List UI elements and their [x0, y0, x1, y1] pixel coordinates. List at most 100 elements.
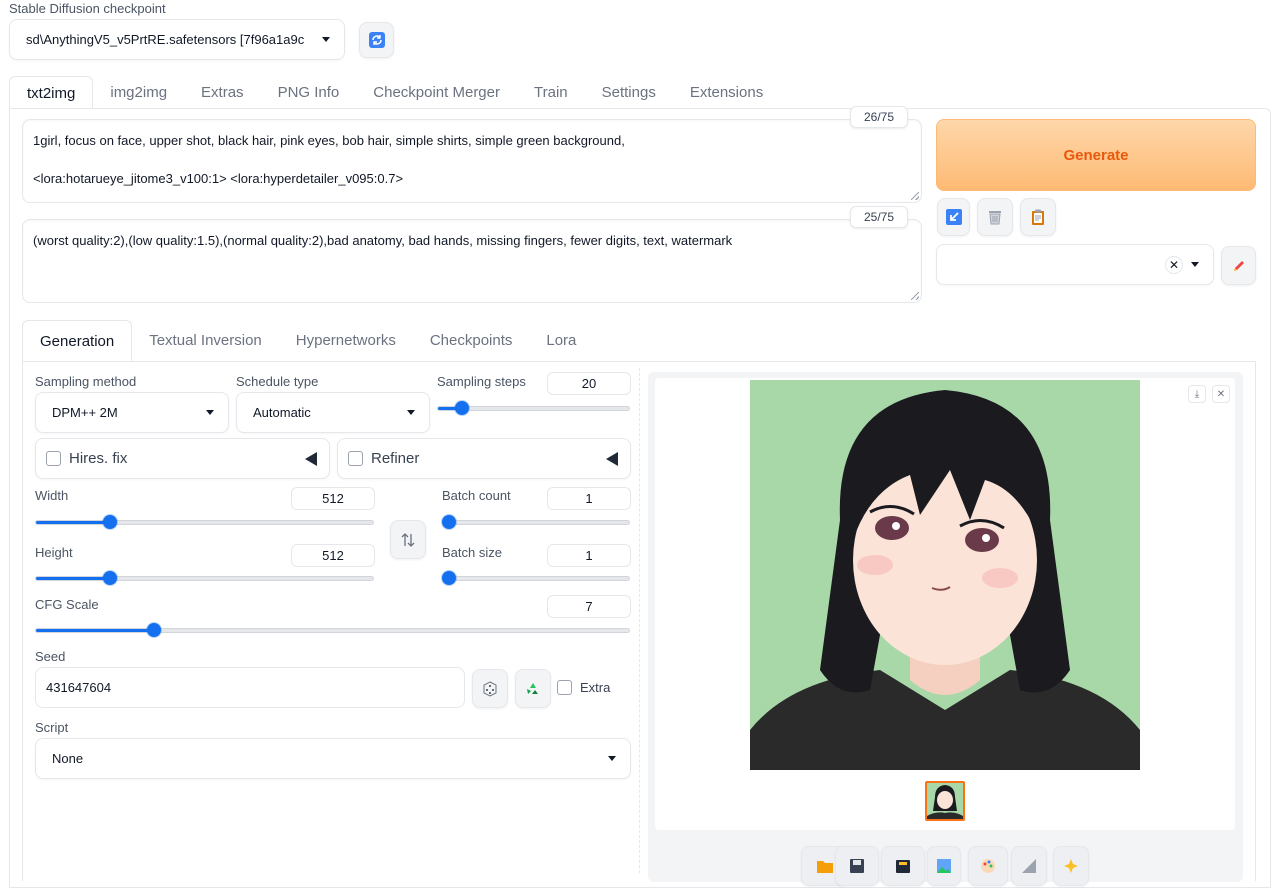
collapse-arrow-icon[interactable] — [305, 451, 317, 466]
clear-styles-icon[interactable]: ✕ — [1165, 255, 1183, 274]
cfg-scale-slider[interactable] — [35, 618, 630, 642]
clipboard-icon — [1032, 209, 1044, 225]
download-image-button[interactable]: ⤓ — [1188, 385, 1206, 403]
sampling-method-label: Sampling method — [35, 374, 137, 389]
tab-generation[interactable]: Generation — [22, 320, 133, 362]
palette-icon — [981, 859, 995, 873]
main-tabs: txt2img img2img Extras PNG Info Checkpoi… — [9, 76, 780, 109]
swap-dimensions-button[interactable] — [390, 520, 426, 559]
anime-girl-image — [750, 380, 1140, 770]
styles-dropdown[interactable]: ✕ — [936, 244, 1214, 285]
prompt-textarea[interactable]: 1girl, focus on face, upper shot, black … — [22, 119, 922, 203]
schedule-type-value: Automatic — [253, 405, 311, 420]
batch-size-label: Batch size — [442, 545, 502, 560]
hires-fix-checkbox[interactable] — [46, 451, 61, 466]
schedule-type-label: Schedule type — [236, 374, 319, 389]
width-slider[interactable] — [35, 510, 374, 534]
resize-handle-icon[interactable] — [911, 292, 919, 300]
slider-thumb[interactable] — [102, 571, 117, 585]
read-params-button[interactable] — [937, 198, 970, 236]
width-label: Width — [35, 488, 69, 503]
chevron-down-icon — [206, 410, 214, 415]
refiner-checkbox[interactable] — [348, 451, 363, 466]
tab-png-info[interactable]: PNG Info — [261, 76, 357, 109]
refiner-accordion[interactable]: Refiner — [337, 438, 631, 479]
upscale-button[interactable] — [1053, 846, 1089, 886]
collapse-arrow-icon[interactable] — [606, 451, 618, 466]
send-to-inpaint-button[interactable] — [968, 846, 1008, 886]
checkpoint-label: Stable Diffusion checkpoint — [9, 1, 166, 16]
ruler-icon — [1022, 859, 1036, 873]
schedule-type-dropdown[interactable]: Automatic — [236, 392, 430, 433]
resize-handle-icon[interactable] — [911, 192, 919, 200]
tab-settings[interactable]: Settings — [585, 76, 673, 109]
tab-txt2img[interactable]: txt2img — [9, 76, 94, 109]
tab-extras[interactable]: Extras — [184, 76, 261, 109]
prompt-line-1: 1girl, focus on face, upper shot, black … — [33, 133, 625, 148]
apply-styles-button[interactable] — [1020, 198, 1056, 236]
tab-img2img[interactable]: img2img — [93, 76, 184, 109]
batch-count-input[interactable]: 1 — [547, 487, 631, 510]
reuse-seed-button[interactable] — [515, 669, 551, 708]
batch-count-slider[interactable] — [442, 510, 630, 534]
save-icon — [850, 859, 864, 873]
negative-prompt-text: (worst quality:2),(low quality:1.5),(nor… — [33, 233, 733, 248]
negative-prompt-textarea[interactable]: (worst quality:2),(low quality:1.5),(nor… — [22, 219, 922, 303]
send-to-img2img-button[interactable] — [927, 846, 961, 886]
thumbnail-image — [927, 783, 963, 819]
save-button[interactable] — [835, 846, 879, 886]
tab-checkpoint-merger[interactable]: Checkpoint Merger — [356, 76, 517, 109]
slider-thumb[interactable] — [147, 623, 161, 637]
seed-input[interactable]: 431647604 — [35, 667, 465, 708]
chevron-down-icon — [322, 37, 330, 42]
height-label: Height — [35, 545, 73, 560]
clear-prompt-button[interactable] — [977, 198, 1013, 236]
zip-button[interactable] — [881, 846, 925, 886]
sampling-steps-slider[interactable] — [437, 396, 630, 420]
tab-lora[interactable]: Lora — [529, 320, 593, 362]
height-input[interactable]: 512 — [291, 544, 375, 567]
pencil-icon — [1233, 260, 1244, 271]
edit-styles-button[interactable] — [1221, 246, 1256, 285]
dice-icon — [483, 680, 497, 697]
close-image-button[interactable]: ✕ — [1212, 385, 1230, 403]
tab-hypernetworks[interactable]: Hypernetworks — [279, 320, 413, 362]
chevron-down-icon — [608, 756, 616, 761]
random-seed-button[interactable] — [472, 669, 508, 708]
script-dropdown[interactable]: None — [35, 738, 631, 779]
script-label: Script — [35, 720, 69, 735]
batch-size-slider[interactable] — [442, 566, 630, 590]
checkpoint-dropdown[interactable]: sd\AnythingV5_v5PrtRE.safetensors [7f96a… — [9, 19, 345, 60]
slider-thumb[interactable] — [102, 515, 117, 529]
script-value: None — [52, 751, 84, 766]
trash-icon — [989, 211, 1001, 225]
width-input[interactable]: 512 — [291, 487, 375, 510]
batch-size-input[interactable]: 1 — [547, 544, 631, 567]
refresh-icon — [368, 32, 385, 48]
generate-button[interactable]: Generate — [936, 119, 1256, 191]
tab-train[interactable]: Train — [517, 76, 585, 109]
refresh-checkpoint-button[interactable] — [359, 22, 394, 58]
extra-checkbox[interactable] — [557, 680, 572, 695]
chevron-down-icon — [407, 410, 415, 415]
refiner-label: Refiner — [371, 450, 420, 467]
slider-thumb[interactable] — [442, 571, 456, 585]
sampling-steps-input[interactable]: 20 — [547, 372, 631, 395]
generated-image[interactable] — [750, 380, 1140, 770]
slider-thumb[interactable] — [455, 401, 470, 415]
height-slider[interactable] — [35, 566, 374, 590]
tab-extensions[interactable]: Extensions — [673, 76, 780, 109]
prompt-token-counter: 26/75 — [850, 106, 908, 128]
send-to-extras-button[interactable] — [1011, 846, 1047, 886]
zip-icon — [896, 860, 910, 873]
gallery-thumbnail[interactable] — [925, 781, 965, 821]
extra-seed-toggle[interactable]: Extra — [557, 680, 610, 695]
negative-prompt-token-counter: 25/75 — [850, 206, 908, 228]
cfg-scale-input[interactable]: 7 — [547, 595, 631, 618]
hires-fix-accordion[interactable]: Hires. fix — [35, 438, 330, 479]
tab-textual-inversion[interactable]: Textual Inversion — [132, 320, 279, 362]
slider-thumb[interactable] — [442, 515, 456, 529]
sampling-method-dropdown[interactable]: DPM++ 2M — [35, 392, 229, 433]
sampling-method-value: DPM++ 2M — [52, 405, 118, 420]
tab-checkpoints[interactable]: Checkpoints — [413, 320, 530, 362]
